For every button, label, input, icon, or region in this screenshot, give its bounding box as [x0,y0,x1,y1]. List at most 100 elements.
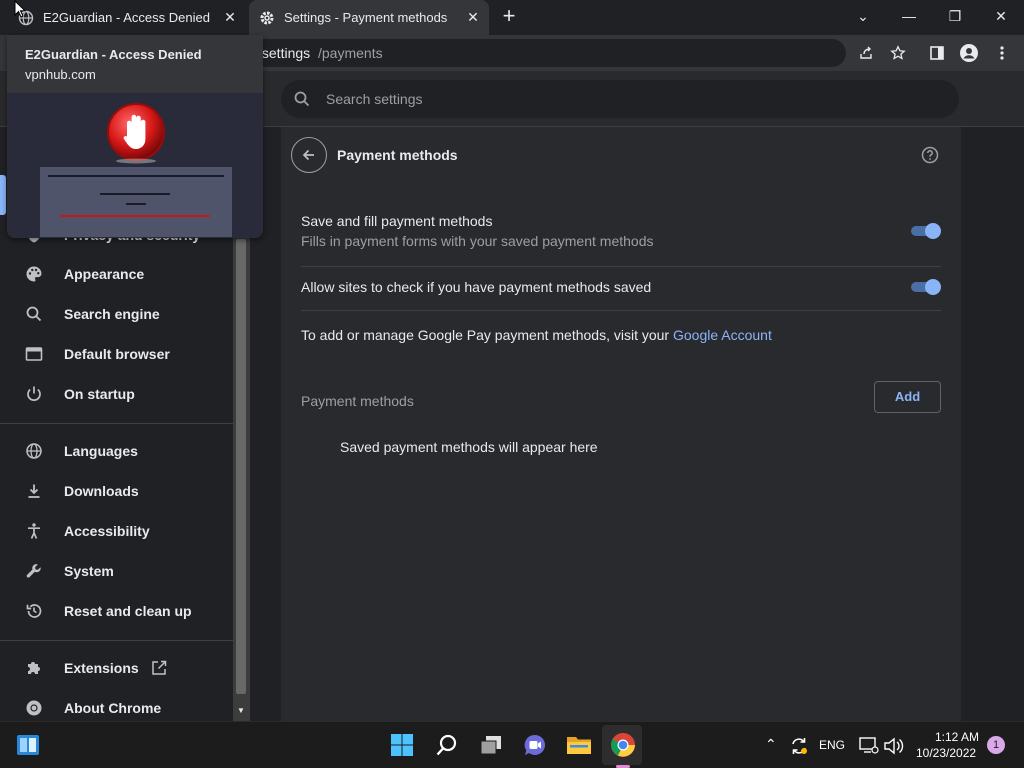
sidebar-item-label: Search engine [64,306,160,322]
sidebar-item-label: System [64,563,114,579]
google-account-link[interactable]: Google Account [673,327,772,343]
tab-close-icon[interactable]: ✕ [222,9,238,25]
clock-time[interactable]: 1:12 AM [935,730,979,744]
taskbar: ⌃ ENG 1:12 AM 10/23/2022 1 [0,721,1024,768]
start-button-icon[interactable] [388,731,416,759]
restore-button[interactable]: ❐ [932,0,978,32]
tab-strip: E2Guardian - Access Denied ✕ Settings - … [0,0,1024,35]
hover-card-title: E2Guardian - Access Denied [25,47,202,62]
sidebar-divider [0,640,233,641]
empty-state-text: Saved payment methods will appear here [340,439,598,455]
gpay-text-row: To add or manage Google Pay payment meth… [301,327,772,343]
blocked-text-line [48,175,224,177]
tab-settings[interactable]: Settings - Payment methods ✕ [249,0,489,35]
back-arrow-icon[interactable] [291,137,327,173]
gpay-text: To add or manage Google Pay payment meth… [301,327,670,343]
tab-hover-card: E2Guardian - Access Denied vpnhub.com [7,35,263,238]
chrome-icon [24,698,44,718]
taskbar-search-icon[interactable] [433,731,461,759]
address-bar[interactable]: /settings /payments [200,39,906,67]
history-icon [24,601,44,621]
sidebar-item-label: Default browser [64,346,170,362]
sidebar-item-downloads[interactable]: Downloads [0,471,233,511]
row-divider [301,266,941,267]
close-window-button[interactable]: ✕ [978,0,1024,32]
side-panel-icon[interactable] [927,43,947,63]
power-icon [24,384,44,404]
scrollbar-thumb[interactable] [236,239,246,694]
minimize-button[interactable]: — [886,0,932,32]
scroll-down-arrow-icon[interactable]: ▼ [236,706,246,716]
row-divider [301,310,941,311]
sidebar-item-reset[interactable]: Reset and clean up [0,591,233,631]
bookmark-star-icon[interactable] [888,43,908,63]
tab-title: Settings - Payment methods [284,10,448,25]
download-icon [24,481,44,501]
sidebar-item-extensions[interactable]: Extensions [0,648,233,688]
sidebar-item-label: Extensions [64,660,139,676]
search-placeholder: Search settings [326,91,423,107]
sync-icon[interactable] [785,732,813,760]
allow-sites-toggle[interactable] [909,279,941,295]
sidebar-item-label: Downloads [64,483,139,499]
sidebar-item-label: On startup [64,386,135,402]
new-tab-button[interactable]: + [497,5,521,29]
sidebar-item-default-browser[interactable]: Default browser [0,334,233,374]
sidebar-divider [0,423,233,424]
network-icon[interactable] [855,732,883,760]
accessibility-icon [24,521,44,541]
blocked-text-line [126,203,146,205]
save-fill-toggle[interactable] [909,223,941,239]
share-icon[interactable] [856,43,876,63]
task-view-icon[interactable] [477,731,505,759]
tab-title: E2Guardian - Access Denied [43,10,210,25]
language-indicator[interactable]: ENG [819,738,845,752]
file-explorer-icon[interactable] [565,731,593,759]
sidebar-item-system[interactable]: System [0,551,233,591]
tab-close-icon[interactable]: ✕ [465,9,481,25]
url-path-rest: /payments [318,45,383,61]
hover-card-url: vpnhub.com [25,67,96,82]
tab-preview-thumbnail [7,93,263,238]
sidebar-item-label: Accessibility [64,523,150,539]
search-icon [24,304,44,324]
sidebar-item-label: Languages [64,443,138,459]
blocked-text-line [60,215,210,217]
url-path: /settings [258,45,311,61]
notification-badge[interactable]: 1 [987,736,1005,754]
chevron-up-icon[interactable]: ⌃ [765,736,777,753]
taskbar-widget-icon[interactable] [14,731,42,759]
allow-sites-title: Allow sites to check if you have payment… [301,279,652,295]
wrench-icon [24,561,44,581]
profile-avatar[interactable] [959,43,979,63]
help-icon[interactable] [921,146,939,164]
puzzle-icon [24,658,44,678]
toggle-knob [925,279,941,295]
payment-methods-card: Payment methods Save and fill payment me… [281,127,961,721]
selected-indicator [0,175,6,215]
search-settings-input[interactable]: Search settings [281,80,959,118]
blocked-text-line [100,193,170,195]
gear-icon [259,10,275,26]
chrome-taskbar-icon[interactable] [609,731,637,759]
browser-icon [24,344,44,364]
blocked-message-box [40,167,232,237]
volume-icon[interactable] [880,732,908,760]
clock-date[interactable]: 10/23/2022 [916,746,976,760]
sidebar-item-languages[interactable]: Languages [0,431,233,471]
add-payment-button[interactable]: Add [874,381,941,413]
globe-icon [24,441,44,461]
sidebar-item-search-engine[interactable]: Search engine [0,294,233,334]
chat-icon[interactable] [521,731,549,759]
tab-e2guardian[interactable]: E2Guardian - Access Denied ✕ [0,0,246,35]
sidebar-item-on-startup[interactable]: On startup [0,374,233,414]
sidebar-item-accessibility[interactable]: Accessibility [0,511,233,551]
save-fill-title: Save and fill payment methods [301,213,493,229]
sidebar-item-appearance[interactable]: Appearance [0,254,233,294]
palette-icon [24,264,44,284]
mouse-cursor-icon [14,0,26,18]
more-menu-icon[interactable] [992,43,1012,63]
open-in-new-icon [150,659,168,677]
section-label: Payment methods [301,393,414,409]
tab-search-icon[interactable]: ⌄ [840,0,886,32]
